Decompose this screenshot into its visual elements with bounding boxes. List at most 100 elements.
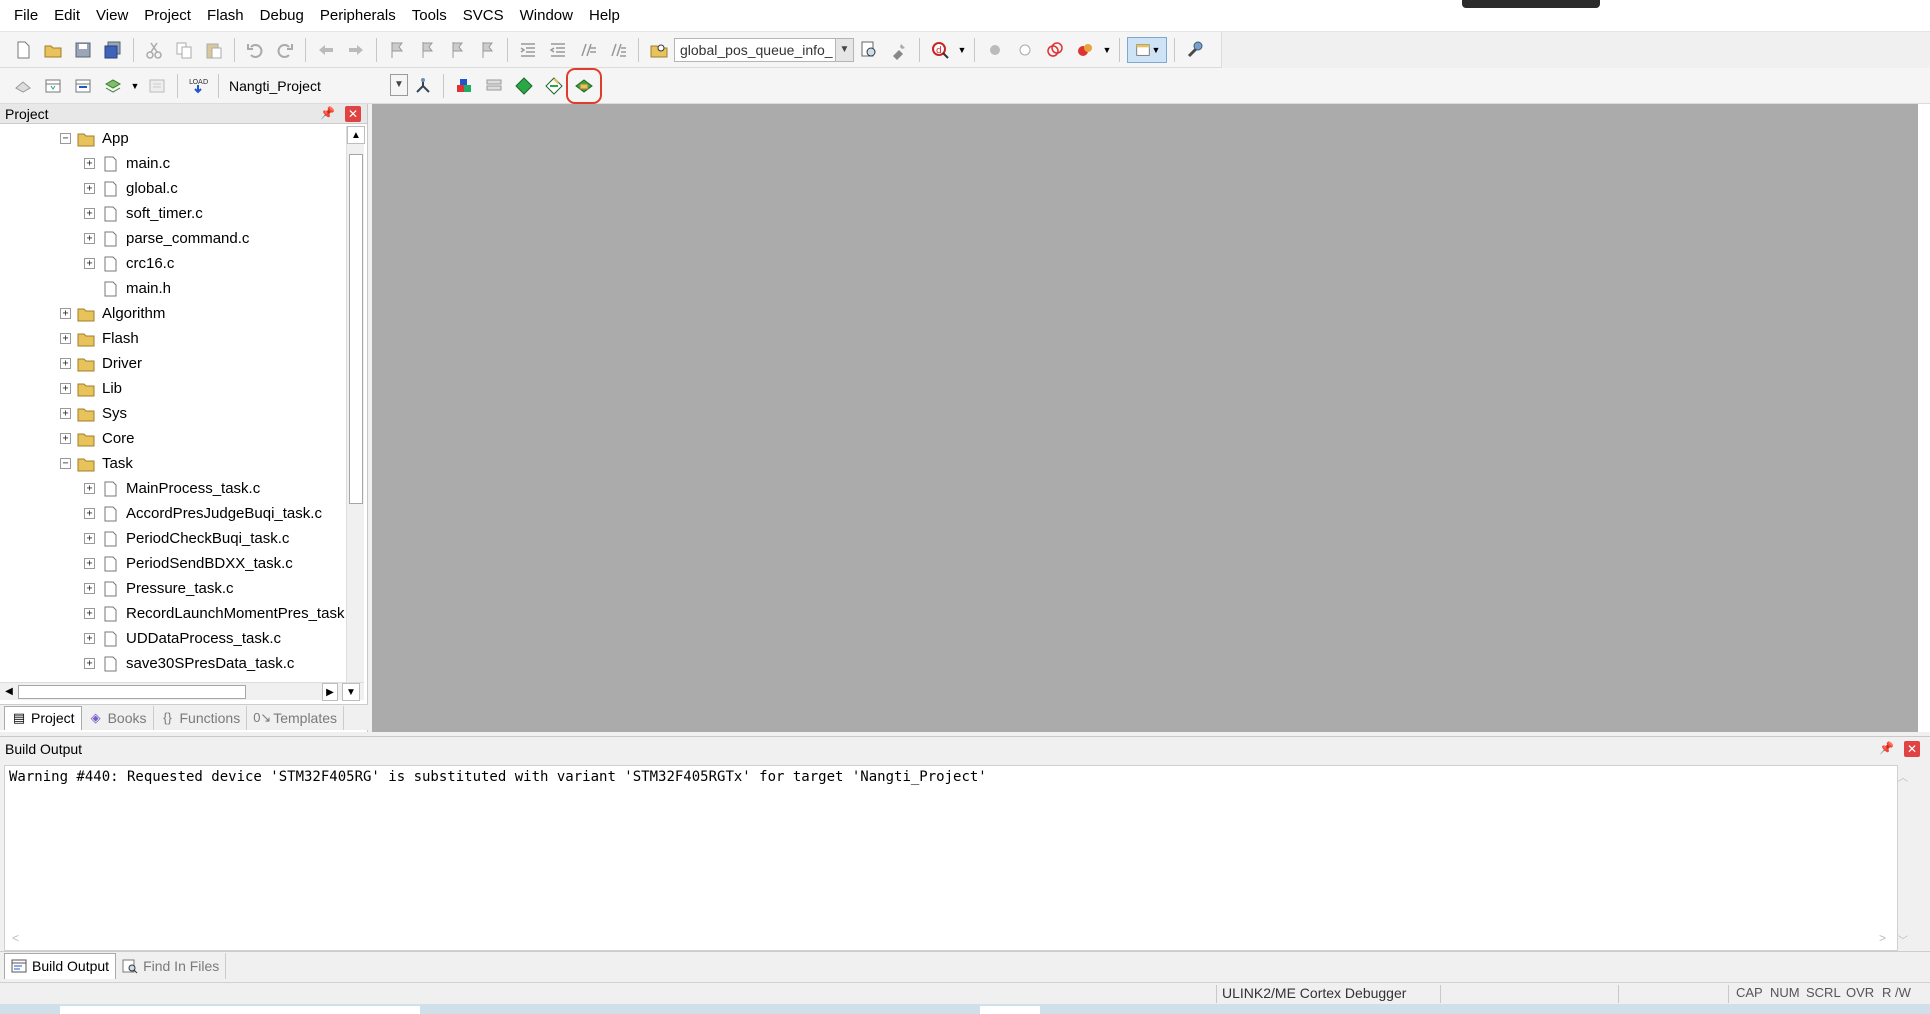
expand-icon[interactable]: +: [84, 183, 95, 194]
chevron-down-icon[interactable]: ▼: [390, 73, 408, 96]
tree-vertical-scrollbar[interactable]: ▲: [346, 126, 365, 682]
tree-horizontal-scrollbar[interactable]: ◀ ▶ ▼: [0, 682, 364, 701]
build-output-horizontal-scrollbar[interactable]: < >: [4, 929, 1894, 949]
scroll-right-icon[interactable]: >: [1879, 931, 1886, 945]
chevron-down-icon[interactable]: ▼: [835, 38, 853, 61]
tree-file[interactable]: + parse_command.c: [84, 226, 249, 251]
menu-project[interactable]: Project: [136, 0, 199, 32]
expand-icon[interactable]: +: [84, 208, 95, 219]
tab-templates[interactable]: 0↘ Templates: [247, 705, 345, 730]
tab-books[interactable]: ◈ Books: [82, 705, 154, 730]
target-options-icon[interactable]: [410, 73, 436, 99]
collapse-icon[interactable]: −: [60, 133, 71, 144]
build-output-vertical-scrollbar[interactable]: ︿ ﹀: [1894, 765, 1914, 951]
expand-icon[interactable]: +: [84, 633, 95, 644]
close-icon[interactable]: ✕: [1904, 741, 1920, 757]
close-icon[interactable]: ✕: [345, 106, 361, 122]
expand-icon[interactable]: +: [60, 383, 71, 394]
taskbar-item[interactable]: [60, 1006, 420, 1014]
tree-folder[interactable]: + Sys: [60, 401, 127, 426]
tree-file[interactable]: + global.c: [84, 176, 178, 201]
navigate-forward-icon[interactable]: [343, 37, 369, 63]
new-file-icon[interactable]: [10, 37, 36, 63]
incremental-find-icon[interactable]: [856, 37, 882, 63]
tab-project[interactable]: ▤ Project: [4, 705, 82, 730]
translate-icon[interactable]: [10, 73, 36, 99]
navigate-back-icon[interactable]: [313, 37, 339, 63]
tree-file[interactable]: + PeriodSendBDXX_task.c: [84, 551, 293, 576]
scroll-thumb[interactable]: [349, 154, 363, 504]
scroll-up-icon[interactable]: ▲: [347, 126, 365, 144]
bookmark-toggle-icon[interactable]: [384, 37, 410, 63]
paste-icon[interactable]: [201, 37, 227, 63]
batch-build-icon[interactable]: [100, 73, 126, 99]
build-output-text[interactable]: Warning #440: Requested device 'STM32F40…: [4, 765, 1898, 951]
pin-icon[interactable]: 📌: [320, 106, 335, 120]
tree-file[interactable]: + AccordPresJudgeBuqi_task.c: [84, 501, 322, 526]
tree-file[interactable]: + RecordLaunchMomentPres_task: [84, 601, 344, 626]
tree-file[interactable]: + PeriodCheckBuqi_task.c: [84, 526, 289, 551]
scroll-left-icon[interactable]: <: [12, 931, 19, 945]
tree-folder[interactable]: − Task: [60, 451, 133, 476]
find-in-files-icon[interactable]: [646, 37, 672, 63]
expand-icon[interactable]: +: [84, 608, 95, 619]
file-extensions-icon[interactable]: [451, 73, 477, 99]
menu-debug[interactable]: Debug: [252, 0, 312, 32]
collapse-icon[interactable]: −: [60, 458, 71, 469]
menu-flash[interactable]: Flash: [199, 0, 252, 32]
tree-file[interactable]: + soft_timer.c: [84, 201, 203, 226]
expand-icon[interactable]: +: [84, 508, 95, 519]
menu-peripherals[interactable]: Peripherals: [312, 0, 404, 32]
scroll-right-icon[interactable]: ▶: [322, 683, 338, 701]
tree-file[interactable]: + UDDataProcess_task.c: [84, 626, 281, 651]
expand-icon[interactable]: +: [60, 408, 71, 419]
scroll-up-icon[interactable]: ︿: [1898, 769, 1908, 784]
undo-icon[interactable]: [242, 37, 268, 63]
find-combo[interactable]: global_pos_queue_info_ ▼: [674, 37, 854, 62]
tab-find-in-files[interactable]: Find In Files: [116, 952, 227, 979]
tree-file[interactable]: + crc16.c: [84, 251, 174, 276]
bookmark-prev-icon[interactable]: [414, 37, 440, 63]
menu-edit[interactable]: Edit: [46, 0, 88, 32]
breakpoint-disable-all-icon[interactable]: [1042, 37, 1068, 63]
bookmark-next-icon[interactable]: [444, 37, 470, 63]
expand-icon[interactable]: +: [84, 558, 95, 569]
manage-project-items-icon[interactable]: [481, 73, 507, 99]
pack-installer-icon[interactable]: [541, 73, 567, 99]
expand-icon[interactable]: +: [84, 258, 95, 269]
expand-icon[interactable]: +: [60, 333, 71, 344]
breakpoint-insert-icon[interactable]: [982, 37, 1008, 63]
stop-build-icon[interactable]: [144, 73, 170, 99]
expand-icon[interactable]: +: [60, 433, 71, 444]
tree-folder[interactable]: + Driver: [60, 351, 142, 376]
window-layout-icon[interactable]: ▼: [1127, 36, 1167, 63]
chevron-down-icon[interactable]: ▼: [130, 73, 140, 99]
expand-icon[interactable]: +: [84, 583, 95, 594]
configure-icon[interactable]: [1182, 37, 1208, 63]
bookmark-clear-icon[interactable]: [474, 37, 500, 63]
menu-view[interactable]: View: [88, 0, 136, 32]
tree-file[interactable]: main.h: [84, 276, 171, 301]
menu-tools[interactable]: Tools: [404, 0, 455, 32]
pin-icon[interactable]: 📌: [1879, 741, 1894, 755]
run-time-environment-icon[interactable]: [566, 67, 602, 104]
menu-help[interactable]: Help: [581, 0, 628, 32]
uncomment-icon[interactable]: [605, 37, 631, 63]
tree-folder[interactable]: + Flash: [60, 326, 139, 351]
cut-icon[interactable]: [141, 37, 167, 63]
tree-file[interactable]: + Pressure_task.c: [84, 576, 234, 601]
expand-icon[interactable]: +: [60, 358, 71, 369]
open-folder-icon[interactable]: [40, 37, 66, 63]
expand-icon[interactable]: +: [84, 483, 95, 494]
tree-folder[interactable]: − App: [60, 126, 129, 151]
taskbar-item[interactable]: [980, 1006, 1040, 1014]
tab-build-output[interactable]: Build Output: [4, 952, 117, 979]
save-icon[interactable]: [70, 37, 96, 63]
debug-session-icon[interactable]: d: [927, 37, 953, 63]
scroll-left-icon[interactable]: ◀: [2, 683, 16, 701]
redo-icon[interactable]: [272, 37, 298, 63]
tree-folder[interactable]: + Core: [60, 426, 135, 451]
build-icon[interactable]: [40, 73, 66, 99]
replace-icon[interactable]: [886, 37, 912, 63]
copy-icon[interactable]: [171, 37, 197, 63]
